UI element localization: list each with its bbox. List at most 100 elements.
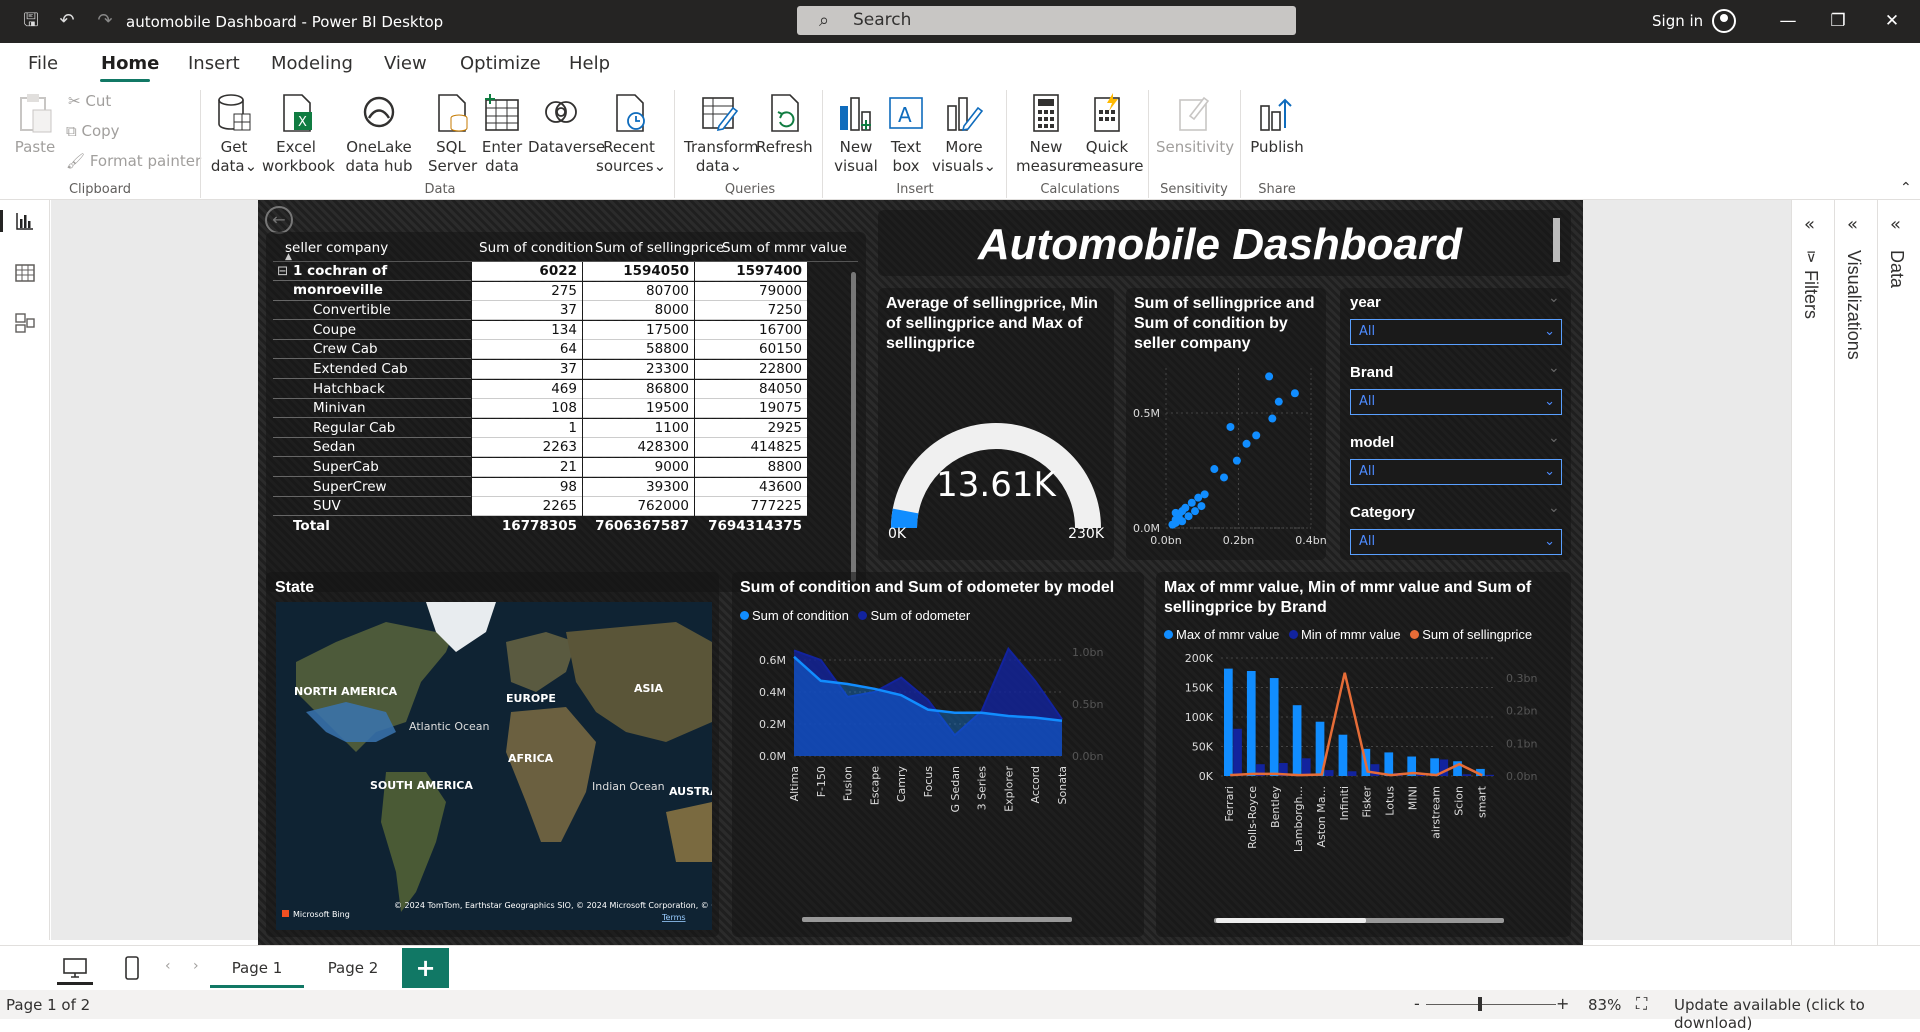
transform-data-button[interactable]: Transform data⌄ bbox=[684, 92, 759, 176]
new-visual-button[interactable]: New visual bbox=[832, 92, 880, 176]
scatter-point[interactable] bbox=[1220, 473, 1228, 482]
table-row[interactable]: Sedan 2263 428300 414825 bbox=[273, 438, 858, 458]
menu-insert[interactable]: Insert bbox=[188, 53, 240, 74]
data-pane-collapsed[interactable]: « Data bbox=[1877, 200, 1919, 945]
slicer-dropdown[interactable]: All ⌄ bbox=[1350, 319, 1562, 345]
bar-max-mmr[interactable] bbox=[1292, 705, 1302, 776]
bar-max-mmr[interactable] bbox=[1338, 734, 1348, 776]
collapse-ribbon-icon[interactable]: ⌃ bbox=[1900, 180, 1912, 196]
save-icon[interactable]: 🖫 bbox=[20, 10, 42, 32]
table-row[interactable]: Hatchback 469 86800 84050 bbox=[273, 379, 858, 400]
map-visual[interactable]: State NORTH AMERICA EUROPE ASIA Atlantic… bbox=[266, 572, 719, 937]
scatter-point[interactable] bbox=[1274, 397, 1283, 406]
table-total-row[interactable]: Total 16778305 7606367587 7694314375 bbox=[273, 517, 858, 537]
scrollbar-thumb[interactable] bbox=[1216, 918, 1366, 923]
bar-max-mmr[interactable] bbox=[1224, 668, 1233, 776]
table-row[interactable]: Convertible 37 8000 7250 bbox=[273, 301, 858, 321]
back-arrow-icon[interactable]: ← bbox=[265, 206, 293, 234]
chevron-down-icon[interactable]: ⌄ bbox=[1548, 500, 1560, 516]
scatter-point[interactable] bbox=[1191, 507, 1199, 516]
scatter-point[interactable] bbox=[1200, 490, 1209, 499]
scatter-point[interactable] bbox=[1290, 389, 1299, 398]
expand-data-icon[interactable]: « bbox=[1890, 214, 1901, 235]
new-measure-button[interactable]: New measure bbox=[1016, 92, 1081, 176]
table-view-icon[interactable] bbox=[14, 262, 36, 284]
publish-button[interactable]: Publish bbox=[1248, 92, 1306, 157]
avatar[interactable] bbox=[1712, 9, 1736, 33]
column-header[interactable]: Sum of condition bbox=[479, 240, 593, 256]
fit-to-page-icon[interactable]: ⛶ bbox=[1636, 994, 1647, 1014]
sort-arrow-icon[interactable]: ▲ bbox=[285, 252, 292, 262]
bar-min-mmr[interactable] bbox=[1301, 758, 1311, 776]
table-row[interactable]: 275 80700 79000 bbox=[273, 281, 858, 302]
scatter-point[interactable] bbox=[1242, 439, 1251, 448]
world-map[interactable]: NORTH AMERICA EUROPE ASIA Atlantic Ocean… bbox=[276, 602, 712, 930]
column-header[interactable]: Sum of sellingprice bbox=[595, 240, 724, 256]
undo-icon[interactable]: ↶ bbox=[56, 10, 78, 32]
horizontal-scrollbar[interactable] bbox=[802, 917, 1072, 922]
onelake-button[interactable]: OneLake data hub bbox=[332, 92, 426, 176]
slicer-dropdown[interactable]: All ⌄ bbox=[1350, 459, 1562, 485]
bar-chart-visual[interactable]: Max of mmr value, Min of mmr value and S… bbox=[1156, 572, 1571, 937]
menu-view[interactable]: View bbox=[384, 53, 427, 74]
refresh-button[interactable]: Refresh bbox=[756, 92, 813, 157]
column-header[interactable]: seller company bbox=[285, 240, 388, 256]
table-visual[interactable]: seller company Sum of condition Sum of s… bbox=[266, 232, 866, 592]
scatter-point[interactable] bbox=[1171, 508, 1180, 517]
gauge-visual[interactable]: Average of sellingprice, Min of sellingp… bbox=[878, 288, 1114, 560]
zoom-in-button[interactable]: + bbox=[1556, 994, 1569, 1013]
page-tab-1[interactable]: Page 1 bbox=[210, 948, 304, 988]
bar-min-mmr[interactable] bbox=[1485, 774, 1494, 776]
scatter-point[interactable] bbox=[1187, 498, 1196, 507]
bar-max-mmr[interactable] bbox=[1269, 678, 1279, 776]
scatter-point[interactable] bbox=[1197, 502, 1206, 511]
mobile-layout-icon[interactable] bbox=[124, 955, 140, 981]
more-visuals-button[interactable]: More visuals⌄ bbox=[932, 92, 996, 176]
dataverse-button[interactable]: Dataverse bbox=[528, 92, 605, 157]
add-page-button[interactable]: + bbox=[402, 948, 449, 988]
page-tab-2[interactable]: Page 2 bbox=[306, 948, 400, 988]
copy-button[interactable]: ⧉ Copy bbox=[66, 122, 120, 140]
sensitivity-button[interactable]: Sensitivity bbox=[1156, 92, 1234, 157]
collapse-row-icon[interactable]: ⊟ bbox=[277, 262, 288, 281]
scatter-point[interactable] bbox=[1265, 372, 1274, 381]
get-data-button[interactable]: Get data⌄ bbox=[208, 92, 260, 176]
minimize-button[interactable]: — bbox=[1776, 11, 1800, 31]
title-scrollbar[interactable] bbox=[1553, 218, 1560, 262]
text-box-button[interactable]: A Text box bbox=[882, 92, 930, 176]
table-row[interactable]: Minivan 108 19500 19075 bbox=[273, 399, 858, 419]
table-row[interactable]: Coupe 134 17500 16700 bbox=[273, 320, 858, 341]
search-input[interactable]: ⌕ Search bbox=[797, 6, 1296, 35]
legend-item[interactable]: Min of mmr value bbox=[1301, 627, 1401, 642]
model-view-icon[interactable] bbox=[14, 312, 36, 334]
update-available-link[interactable]: Update available (click to download) bbox=[1674, 996, 1920, 1032]
table-row[interactable]: Regular Cab 1 1100 2925 bbox=[273, 418, 858, 439]
bar-max-mmr[interactable] bbox=[1246, 670, 1256, 776]
legend-item[interactable]: Sum of condition bbox=[752, 608, 849, 623]
legend-item[interactable]: Sum of sellingprice bbox=[1422, 627, 1532, 642]
visualizations-pane-collapsed[interactable]: « Visualizations bbox=[1834, 200, 1876, 945]
area-chart-visual[interactable]: Sum of condition and Sum of odometer by … bbox=[732, 572, 1144, 937]
desktop-layout-icon[interactable] bbox=[62, 957, 88, 979]
quick-measure-button[interactable]: Quick measure bbox=[1078, 92, 1143, 176]
scatter-point[interactable] bbox=[1210, 465, 1219, 474]
legend-item[interactable]: Max of mmr value bbox=[1176, 627, 1279, 642]
chevron-right-icon[interactable]: › bbox=[193, 958, 199, 974]
chevron-left-icon[interactable]: ‹ bbox=[165, 958, 171, 974]
menu-optimize[interactable]: Optimize bbox=[460, 53, 541, 74]
paste-button[interactable]: Paste bbox=[14, 92, 56, 157]
sql-server-button[interactable]: SQL Server bbox=[428, 92, 477, 176]
format-painter-button[interactable]: 🖌 Format painter bbox=[66, 152, 201, 170]
scatter-point[interactable] bbox=[1226, 422, 1235, 431]
bar-max-mmr[interactable] bbox=[1384, 752, 1394, 776]
restore-button[interactable]: ❐ bbox=[1826, 11, 1850, 31]
zoom-out-button[interactable]: - bbox=[1414, 994, 1420, 1013]
scatter-visual[interactable]: Sum of sellingprice and Sum of condition… bbox=[1126, 288, 1326, 560]
table-row[interactable]: Crew Cab 64 58800 60150 bbox=[273, 340, 858, 360]
table-row[interactable]: Extended Cab 37 23300 22800 bbox=[273, 360, 858, 380]
scatter-point[interactable] bbox=[1232, 456, 1241, 465]
scatter-point[interactable] bbox=[1268, 414, 1277, 423]
cut-button[interactable]: ✂ Cut bbox=[68, 92, 111, 110]
recent-sources-button[interactable]: Recent sources⌄ bbox=[596, 92, 666, 176]
redo-icon[interactable]: ↷ bbox=[94, 10, 116, 32]
